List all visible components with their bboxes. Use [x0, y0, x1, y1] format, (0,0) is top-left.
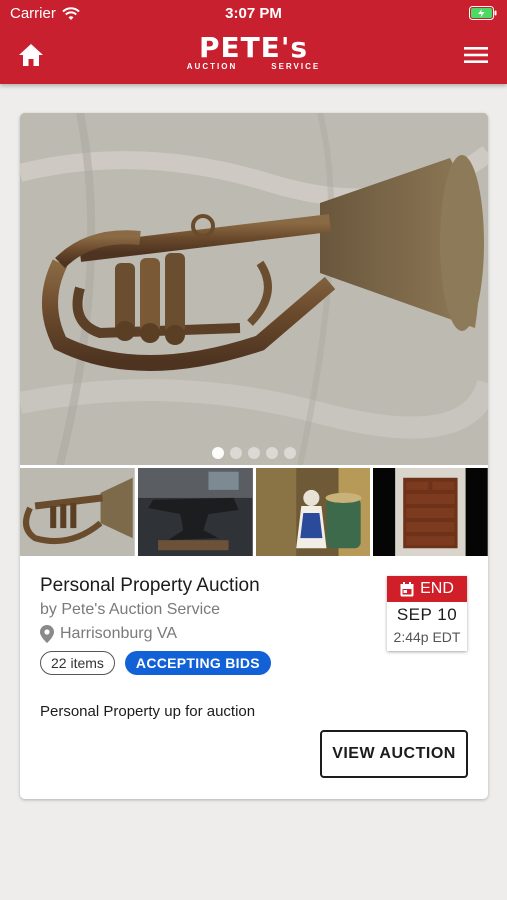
- end-date-badge: END SEP 10 2:44p EDT: [387, 576, 467, 651]
- hero-image: [20, 113, 488, 465]
- carousel-dot[interactable]: [248, 447, 260, 459]
- calendar-icon: [400, 581, 414, 596]
- carousel-indicators: [20, 447, 488, 459]
- thumbnail-strip: [20, 468, 488, 556]
- thumbnail-dresser[interactable]: [373, 468, 488, 556]
- location-text: Harrisonburg VA: [60, 625, 178, 642]
- carousel-dot[interactable]: [266, 447, 278, 459]
- carousel-dot[interactable]: [212, 447, 224, 459]
- end-label-bar: END: [387, 576, 467, 602]
- view-auction-button[interactable]: VIEW AUCTION: [320, 730, 468, 778]
- carousel-dot[interactable]: [284, 447, 296, 459]
- brand-logo[interactable]: PETE's AUCTION SERVICE: [0, 31, 507, 72]
- menu-icon[interactable]: [461, 42, 491, 68]
- nav-bar: PETE's AUCTION SERVICE: [0, 28, 507, 84]
- logo-sub-left: AUCTION: [186, 62, 238, 71]
- auction-description: Personal Property up for auction: [40, 703, 256, 720]
- hero-image-carousel[interactable]: [20, 113, 488, 465]
- carousel-dot[interactable]: [230, 447, 242, 459]
- logo-main-text: PETE's: [198, 31, 309, 64]
- end-date: SEP 10: [396, 605, 458, 624]
- status-time: 3:07 PM: [225, 5, 282, 22]
- logo-sub-right: SERVICE: [271, 62, 321, 71]
- auction-tags: 22 items ACCEPTING BIDS: [40, 651, 470, 675]
- thumbnail-euphonium[interactable]: [20, 468, 135, 556]
- end-label: END: [420, 580, 454, 597]
- end-time: 2:44p EDT: [393, 629, 461, 645]
- items-count-badge: 22 items: [40, 651, 115, 675]
- battery-charging-icon: [469, 6, 497, 20]
- app-header: Carrier 3:07 PM PETE's AUCTION SERVICE: [0, 0, 507, 84]
- status-badge: ACCEPTING BIDS: [124, 651, 271, 675]
- thumbnail-anvil[interactable]: [137, 468, 253, 556]
- thumbnail-figurine[interactable]: [255, 468, 371, 556]
- status-bar: Carrier 3:07 PM: [0, 0, 507, 28]
- map-pin-icon: [40, 625, 54, 643]
- auction-card[interactable]: Personal Property Auction by Pete's Auct…: [20, 113, 488, 799]
